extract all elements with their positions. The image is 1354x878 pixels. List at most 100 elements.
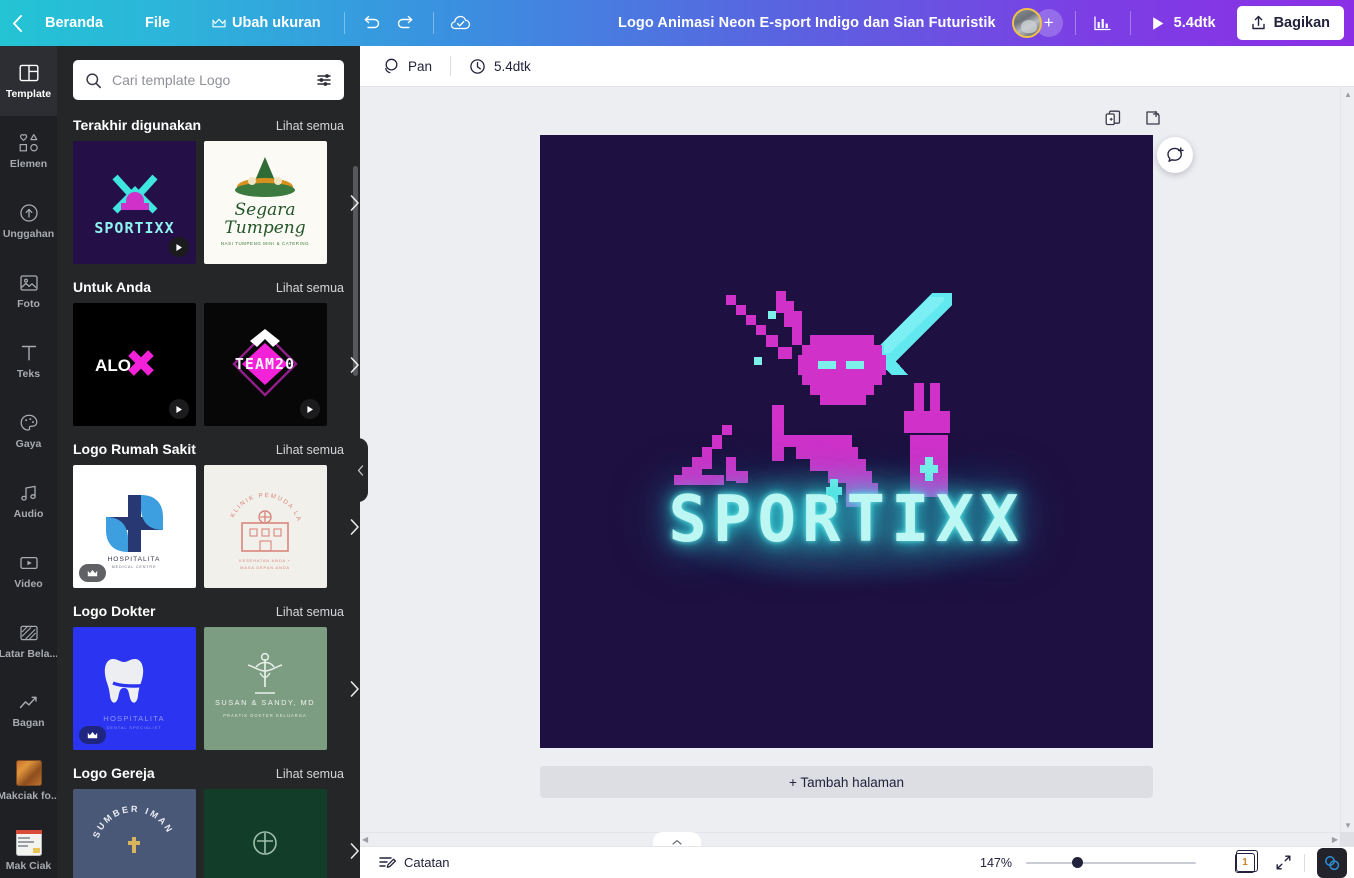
music-note-icon (18, 482, 40, 504)
pan-tool-button[interactable]: Pan (372, 51, 442, 81)
scroll-left-arrow[interactable]: ◀ (362, 835, 368, 844)
page-tools (1104, 109, 1162, 132)
notes-button[interactable]: Catatan (370, 850, 458, 876)
timing-button[interactable]: 5.4dtk (459, 51, 541, 81)
canvas-vertical-scrollbar[interactable]: ▲ ▼ (1340, 87, 1354, 832)
palette-icon (18, 412, 40, 434)
row-next-arrow[interactable] (350, 195, 360, 211)
zoom-slider-track (1026, 862, 1196, 864)
panel-collapse-button[interactable] (352, 438, 368, 502)
help-button[interactable] (1317, 848, 1347, 878)
play-icon (175, 405, 183, 414)
avatar[interactable] (1012, 8, 1042, 38)
zoom-slider[interactable] (1026, 855, 1196, 871)
redo-button[interactable] (389, 6, 423, 40)
sidebar-item-unggahan[interactable]: Unggahan (0, 186, 57, 256)
play-badge (169, 399, 189, 419)
fullscreen-button[interactable] (1270, 850, 1296, 876)
scroll-up-arrow[interactable]: ▲ (1341, 87, 1354, 101)
row-next-arrow[interactable] (350, 681, 360, 697)
canvas-area: Pan 5.4dtk (360, 46, 1354, 878)
collaborators: + (1012, 8, 1063, 38)
scroll-down-arrow[interactable]: ▼ (1341, 818, 1354, 832)
sidebar-item-foto[interactable]: Foto (0, 256, 57, 326)
see-all-link[interactable]: Lihat semua (276, 281, 344, 295)
see-all-link[interactable]: Lihat semua (276, 443, 344, 457)
resize-button[interactable]: Ubah ukuran (201, 7, 332, 39)
zoom-slider-knob[interactable] (1072, 857, 1083, 868)
play-icon (306, 405, 314, 414)
svg-text:ALO: ALO (95, 356, 131, 375)
panel-scroll-region[interactable]: Terakhir digunakan Lihat semua SPORTIXX (57, 110, 360, 878)
template-card-susan-sandy[interactable]: SUSAN & SANDY, MD PRAKTIK DOKTER KELUARG… (204, 627, 327, 750)
add-page-button[interactable]: + Tambah halaman (540, 766, 1153, 798)
scroll-right-arrow[interactable]: ▶ (1332, 835, 1338, 844)
bottom-divider (1304, 854, 1305, 872)
back-button[interactable] (0, 0, 34, 46)
canvas-horizontal-scrollbar[interactable]: ◀ ▶ (360, 832, 1340, 846)
undo-button[interactable] (355, 6, 389, 40)
template-card-sumber-iman[interactable]: SUMBER IMAN (73, 789, 196, 878)
template-card-green-church[interactable] (204, 789, 327, 878)
sidebar-item-elemen[interactable]: Elemen (0, 116, 57, 186)
see-all-link[interactable]: Lihat semua (276, 605, 344, 619)
timeline-drawer-handle[interactable] (653, 832, 701, 846)
template-card-sportixx[interactable]: SPORTIXX (73, 141, 196, 264)
folder-sheet-thumb (16, 830, 42, 856)
search-input[interactable] (112, 72, 306, 88)
svg-text:MEDICAL CENTRE: MEDICAL CENTRE (112, 565, 157, 569)
canvas-viewport[interactable]: SPORTIXX + Tambah halaman (360, 87, 1340, 832)
add-page-label: + Tambah halaman (789, 775, 904, 790)
sportixx-artwork: SPORTIXX (540, 135, 1153, 748)
insights-button[interactable] (1086, 6, 1120, 40)
page-count-button[interactable]: 1 (1230, 850, 1260, 876)
template-card-segara-tumpeng[interactable]: Segara Tumpeng NASI TUMPENG MINI & CATER… (204, 141, 327, 264)
duplicate-page-button[interactable] (1104, 109, 1122, 132)
background-hatch-icon (18, 622, 40, 644)
sidebar-item-latar-belakang[interactable]: Latar Bela... (0, 606, 57, 676)
sidebar-item-mak-ciak[interactable]: Mak Ciak (0, 816, 57, 878)
home-button[interactable]: Beranda (34, 7, 114, 39)
share-button[interactable]: Bagikan (1237, 6, 1344, 40)
template-row: ALO TEAM20 (73, 303, 344, 426)
sidebar-item-makciak-foto[interactable]: Makciak fo... (0, 746, 57, 816)
sidebar-item-template[interactable]: Template (0, 46, 57, 116)
see-all-link[interactable]: Lihat semua (276, 767, 344, 781)
design-title[interactable]: Logo Animasi Neon E-sport Indigo dan Sia… (618, 15, 996, 31)
toolbar-divider-1 (344, 12, 345, 34)
svg-text:KLINIK PEMUDA LAMPIR: KLINIK PEMUDA LAMPIR (204, 465, 303, 523)
top-bar: Beranda File Ubah ukuran (0, 0, 1354, 46)
add-comment-button[interactable] (1157, 137, 1193, 173)
row-next-arrow[interactable] (350, 843, 360, 859)
add-page-button-top[interactable] (1144, 109, 1162, 132)
sidebar-item-audio[interactable]: Audio (0, 466, 57, 536)
sidebar-item-label: Teks (17, 369, 40, 380)
template-card-klinik-pemuda[interactable]: KLINIK PEMUDA LAMPIR KESEHATAN ANDA + MA… (204, 465, 327, 588)
design-page[interactable]: SPORTIXX (540, 135, 1153, 748)
see-all-link[interactable]: Lihat semua (276, 119, 344, 133)
help-link-icon (1323, 854, 1341, 872)
cloud-saved-button[interactable] (444, 6, 478, 40)
template-card-alo-x[interactable]: ALO (73, 303, 196, 426)
chart-line-icon (17, 693, 41, 713)
template-card-team20[interactable]: TEAM20 (204, 303, 327, 426)
search-box[interactable] (73, 60, 344, 100)
sidebar-item-teks[interactable]: Teks (0, 326, 57, 396)
canvas-toolbar: Pan 5.4dtk (360, 46, 1354, 87)
duration-label: 5.4dtk (1174, 15, 1216, 31)
row-next-arrow[interactable] (350, 357, 360, 373)
section-header: Terakhir digunakan Lihat semua (73, 110, 344, 141)
svg-text:HOSPITALITA: HOSPITALITA (103, 714, 164, 723)
sidebar-item-label: Bagan (12, 718, 44, 729)
share-label: Bagikan (1274, 15, 1330, 31)
sidebar-item-gaya[interactable]: Gaya (0, 396, 57, 466)
row-next-arrow[interactable] (350, 519, 360, 535)
sidebar-item-video[interactable]: Video (0, 536, 57, 606)
filter-sliders-icon[interactable] (316, 72, 334, 88)
play-preview-button[interactable]: 5.4dtk (1141, 6, 1229, 40)
template-card-hospitalita-cross[interactable]: HOSPITALITA MEDICAL CENTRE (73, 465, 196, 588)
template-card-hospitalita-dental[interactable]: HOSPITALITA DENTAL SPECIALIST (73, 627, 196, 750)
sidebar-item-bagan[interactable]: Bagan (0, 676, 57, 746)
file-menu-button[interactable]: File (134, 7, 181, 39)
toolbar-divider-2 (433, 12, 434, 34)
